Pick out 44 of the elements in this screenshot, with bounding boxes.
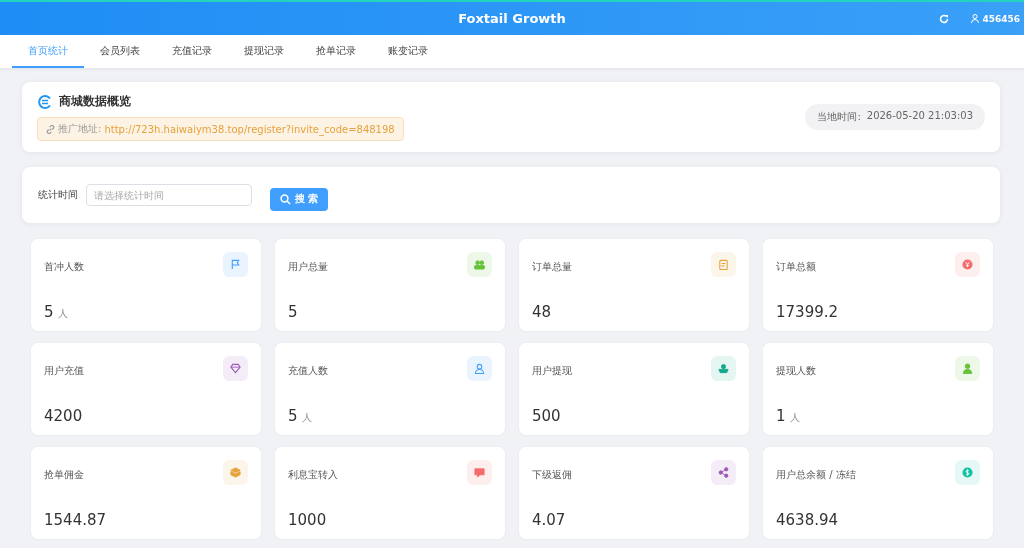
stat-value: 4.07	[532, 511, 566, 529]
logo-icon	[37, 93, 53, 110]
stat-value: 5	[288, 407, 298, 425]
user-icon	[971, 14, 980, 23]
stat-value: 1000	[288, 511, 327, 529]
stat-label: 用户总量	[288, 260, 328, 274]
stat-unit: 人	[789, 411, 800, 425]
tab[interactable]: 抢单记录	[300, 35, 372, 68]
stat-label: 用户充值	[44, 364, 84, 378]
stat-label: 订单总量	[532, 260, 572, 274]
stat-label: 用户总余额 / 冻结	[776, 468, 856, 482]
time-value: 2026-05-20 21:03:03	[866, 110, 973, 123]
stat-label: 首冲人数	[44, 260, 84, 274]
stat-value: 48	[532, 303, 552, 321]
stat-label: 提现人数	[776, 364, 816, 378]
stat-value: 4638.94	[776, 511, 839, 529]
tab[interactable]: 会员列表	[84, 35, 156, 68]
stat-value: 5	[44, 303, 54, 321]
stat-label: 抢单佣金	[44, 468, 84, 482]
stat-label: 用户提现	[532, 364, 572, 378]
stat-unit: 人	[301, 411, 312, 425]
time-label: 当地时间:	[817, 110, 861, 124]
stat-value: 1544.87	[44, 511, 107, 529]
stat-value: 17399.2	[776, 303, 839, 321]
stat-value: 1	[776, 407, 786, 425]
stat-label: 充值人数	[288, 364, 328, 378]
filter-label: 统计时间	[38, 188, 78, 202]
stat-label: 订单总额	[776, 260, 816, 274]
refresh-icon[interactable]	[939, 13, 950, 24]
tab[interactable]: 账变记录	[372, 35, 444, 68]
stat-unit: 人	[57, 307, 68, 321]
section-title: 商城数据概览	[59, 93, 131, 110]
link-label: 推广地址:	[58, 122, 102, 136]
date-field[interactable]: 请选择统计时间	[86, 184, 252, 206]
app-title: Foxtail Growth	[458, 11, 566, 26]
stat-value: 5	[288, 303, 298, 321]
stat-value: 4200	[44, 407, 83, 425]
stat-label: 利息宝转入	[288, 468, 338, 482]
stat-label: 下级返佣	[532, 468, 572, 482]
stat-value: 500	[532, 407, 561, 425]
tab[interactable]: 提现记录	[228, 35, 300, 68]
tab[interactable]: 充值记录	[156, 35, 228, 68]
search-icon	[279, 193, 291, 205]
link-icon	[46, 124, 55, 134]
